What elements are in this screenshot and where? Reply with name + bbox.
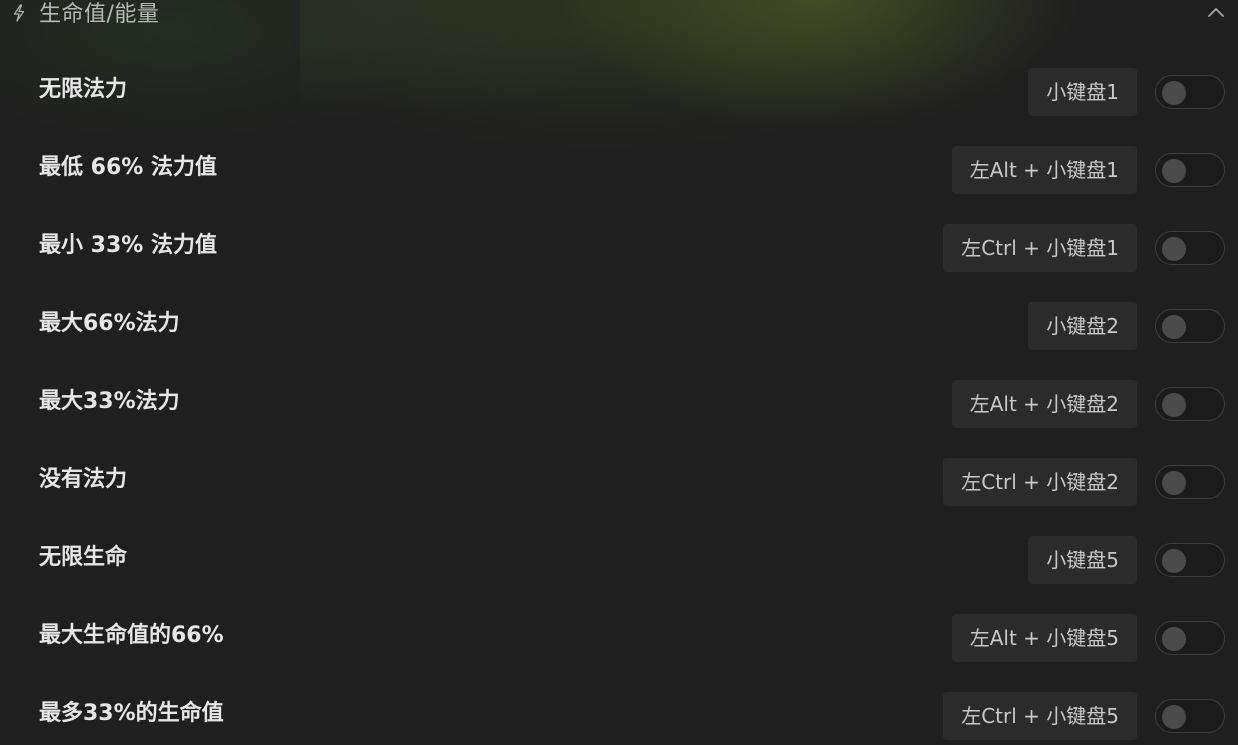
setting-label: 最大33%法力 <box>39 389 180 414</box>
hotkey-button[interactable]: 小键盘2 <box>1028 302 1137 350</box>
toggle-switch[interactable] <box>1155 309 1225 343</box>
setting-label: 最多33%的生命值 <box>39 701 224 726</box>
toggle-knob <box>1162 159 1186 183</box>
toggle-switch[interactable] <box>1155 153 1225 187</box>
setting-label: 最大66%法力 <box>39 311 180 336</box>
setting-label: 没有法力 <box>39 467 128 492</box>
setting-row-max-66-health: 最大生命值的66% 左Alt + 小键盘5 <box>0 597 1238 675</box>
setting-label: 无限生命 <box>39 545 128 570</box>
cheat-panel: 生命值/能量 无限法力 小键盘1 最低 66% 法力值 左Alt + 小键盘1 … <box>0 0 1238 745</box>
toggle-knob <box>1162 471 1186 495</box>
setting-row-max-66-mana: 最大66%法力 小键盘2 <box>0 285 1238 363</box>
toggle-knob <box>1162 627 1186 651</box>
setting-row-max-33-health: 最多33%的生命值 左Ctrl + 小键盘5 <box>0 675 1238 745</box>
setting-row-min-66-mana: 最低 66% 法力值 左Alt + 小键盘1 <box>0 129 1238 207</box>
toggle-switch[interactable] <box>1155 465 1225 499</box>
toggle-switch[interactable] <box>1155 621 1225 655</box>
toggle-switch[interactable] <box>1155 699 1225 733</box>
toggle-switch[interactable] <box>1155 543 1225 577</box>
toggle-switch[interactable] <box>1155 75 1225 109</box>
setting-row-no-mana: 没有法力 左Ctrl + 小键盘2 <box>0 441 1238 519</box>
lightning-bolt-icon <box>11 4 27 22</box>
section-title: 生命值/能量 <box>39 2 160 27</box>
toggle-knob <box>1162 549 1186 573</box>
section-header-health-energy[interactable]: 生命值/能量 <box>0 0 1238 27</box>
setting-row-infinite-health: 无限生命 小键盘5 <box>0 519 1238 597</box>
hotkey-button[interactable]: 左Alt + 小键盘1 <box>951 146 1137 194</box>
hotkey-button[interactable]: 左Ctrl + 小键盘5 <box>943 692 1137 740</box>
setting-row-max-33-mana: 最大33%法力 左Alt + 小键盘2 <box>0 363 1238 441</box>
setting-label: 最大生命值的66% <box>39 623 224 648</box>
setting-label: 最低 66% 法力值 <box>39 155 217 180</box>
toggle-knob <box>1162 81 1186 105</box>
hotkey-button[interactable]: 左Ctrl + 小键盘1 <box>943 224 1137 272</box>
hotkey-button[interactable]: 左Ctrl + 小键盘2 <box>943 458 1137 506</box>
setting-label: 无限法力 <box>39 77 128 102</box>
toggle-switch[interactable] <box>1155 387 1225 421</box>
hotkey-button[interactable]: 左Alt + 小键盘2 <box>951 380 1137 428</box>
toggle-knob <box>1162 237 1186 261</box>
toggle-knob <box>1162 393 1186 417</box>
chevron-up-icon[interactable] <box>1204 4 1228 22</box>
setting-row-infinite-mana: 无限法力 小键盘1 <box>0 51 1238 129</box>
toggle-knob <box>1162 705 1186 729</box>
hotkey-button[interactable]: 左Alt + 小键盘5 <box>951 614 1137 662</box>
setting-label: 最小 33% 法力值 <box>39 233 217 258</box>
hotkey-button[interactable]: 小键盘1 <box>1028 68 1137 116</box>
toggle-knob <box>1162 315 1186 339</box>
toggle-switch[interactable] <box>1155 231 1225 265</box>
hotkey-button[interactable]: 小键盘5 <box>1028 536 1137 584</box>
setting-row-min-33-mana: 最小 33% 法力值 左Ctrl + 小键盘1 <box>0 207 1238 285</box>
